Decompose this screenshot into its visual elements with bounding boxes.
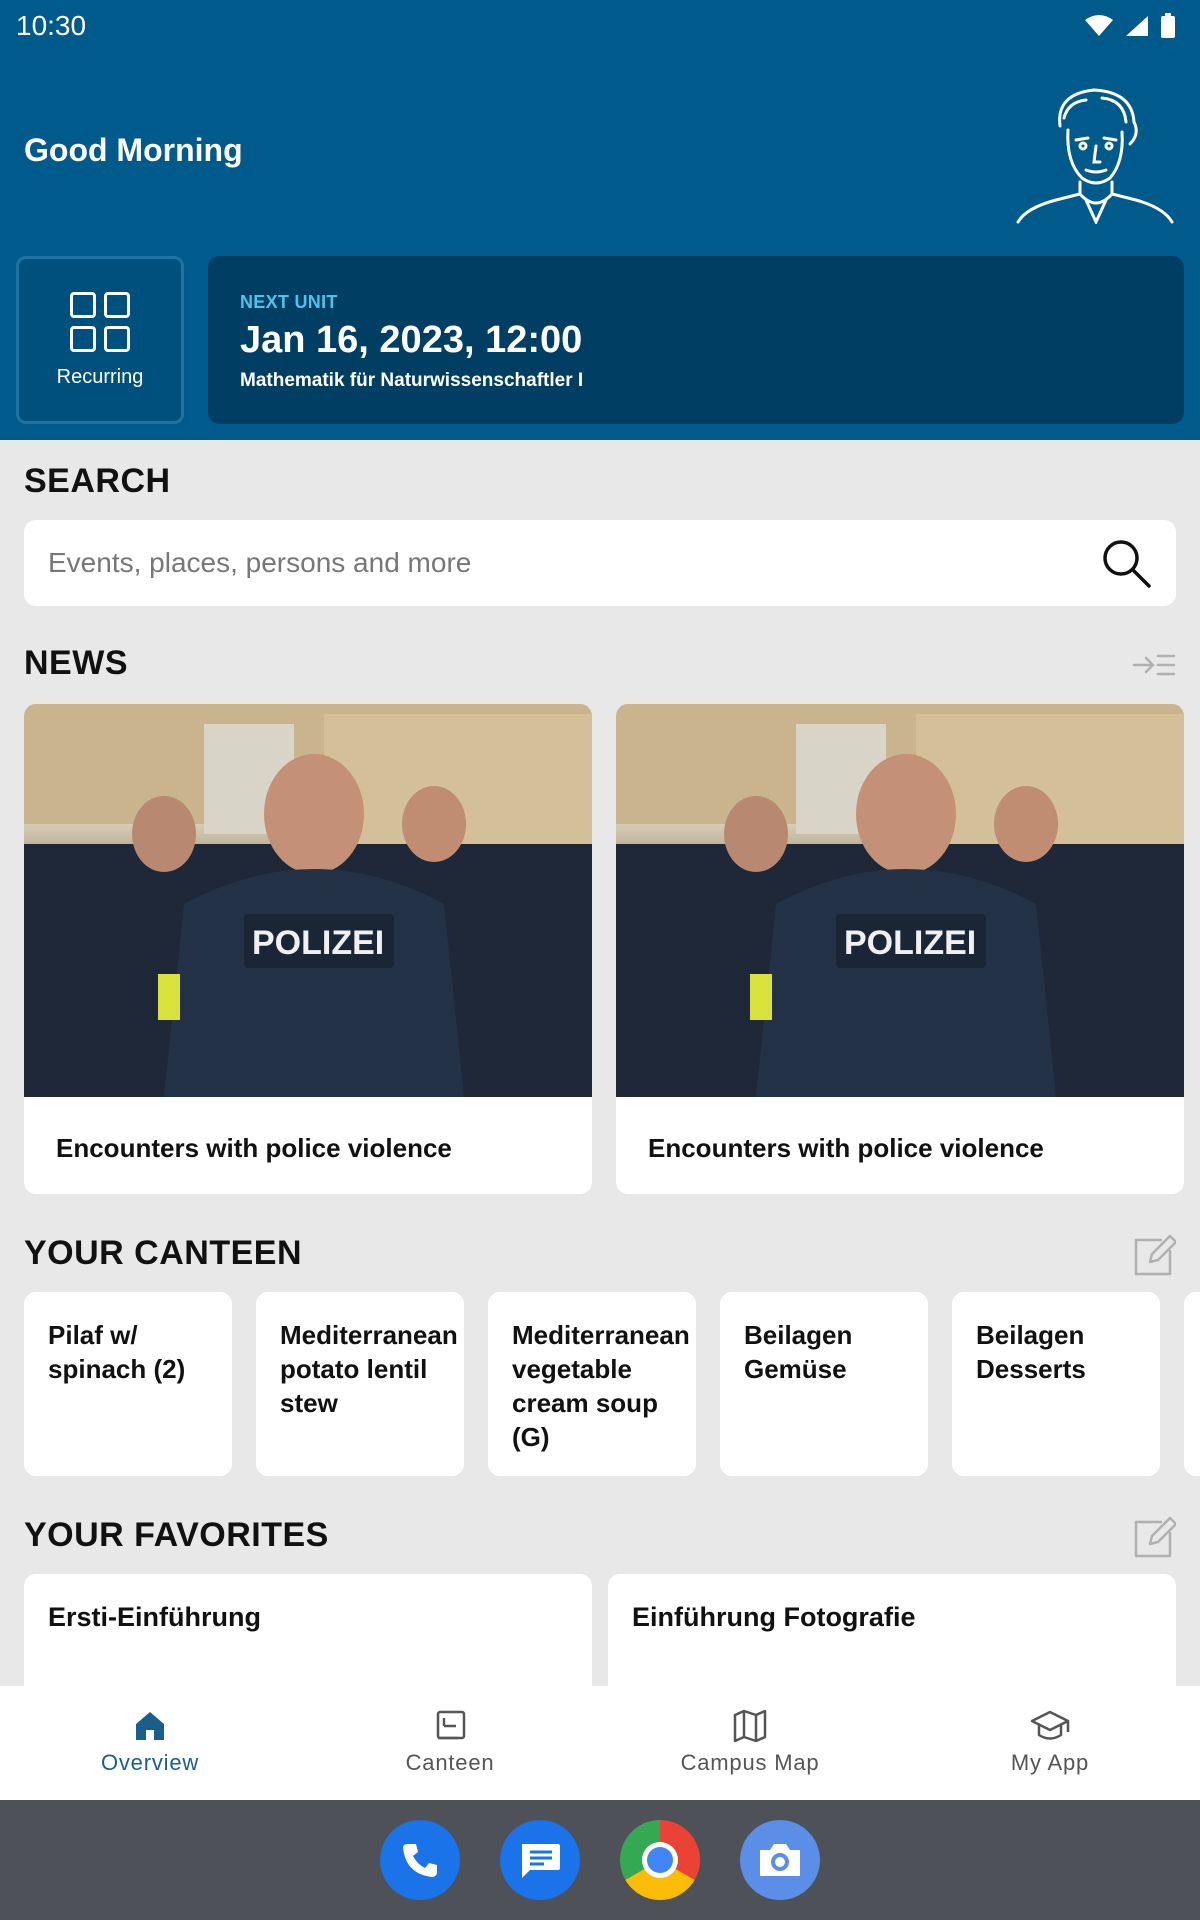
favorites-section-title: YOUR FAVORITES: [24, 1516, 329, 1554]
news-title: Encounters with police violence: [648, 1133, 1044, 1163]
favorite-item[interactable]: Einführung Fotografie: [608, 1574, 1176, 1694]
status-time: 10:30: [16, 10, 87, 41]
next-unit-tag: NEXT UNIT: [240, 292, 338, 312]
news-title: Encounters with police violence: [56, 1133, 452, 1163]
nav-my-app[interactable]: My App: [900, 1686, 1200, 1800]
canteen-item[interactable]: Mediterranean potato lentil stew: [256, 1292, 464, 1476]
cup-icon: [436, 1710, 466, 1740]
news-image-text: POLIZEI: [252, 924, 384, 962]
wifi-icon: [1085, 15, 1113, 36]
favorite-item[interactable]: Ersti-Einführung: [24, 1574, 592, 1694]
canteen-section-title: YOUR CANTEEN: [24, 1234, 303, 1272]
news-image-text: POLIZEI: [844, 924, 976, 962]
goethe-logo-icon: [1016, 88, 1174, 224]
search-section-title: SEARCH: [24, 462, 171, 500]
signal-icon: [1126, 16, 1148, 36]
phone-icon[interactable]: [380, 1820, 460, 1900]
expand-list-icon[interactable]: [1132, 652, 1176, 678]
canteen-item-peek: [1184, 1292, 1200, 1476]
nav-label: Campus Map: [680, 1750, 820, 1775]
recurring-button[interactable]: Recurring: [16, 256, 184, 424]
next-unit-datetime: Jan 16, 2023, 12:00: [240, 319, 583, 361]
canteen-item[interactable]: Beilagen Desserts: [952, 1292, 1160, 1476]
news-card[interactable]: POLIZEI Encounters with police violence: [616, 704, 1184, 1194]
canteen-item[interactable]: Beilagen Gemüse: [720, 1292, 928, 1476]
app-header: 10:30 Good Morning Recurring NEXT UNIT J…: [0, 0, 1200, 440]
nav-campus-map[interactable]: Campus Map: [600, 1686, 900, 1800]
battery-icon: [1161, 13, 1175, 38]
search-icon[interactable]: [1100, 537, 1152, 589]
search-placeholder: Events, places, persons and more: [48, 547, 472, 578]
status-icons: [1084, 13, 1176, 39]
recurring-label: Recurring: [56, 365, 144, 388]
edit-icon[interactable]: [1132, 1234, 1176, 1278]
messages-icon[interactable]: [500, 1820, 580, 1900]
map-icon: [733, 1709, 767, 1743]
nav-overview[interactable]: Overview: [0, 1686, 300, 1800]
grid-icon: [70, 291, 130, 352]
status-bar: 10:30: [0, 0, 1200, 52]
system-dock: [0, 1800, 1200, 1920]
home-icon: [136, 1712, 164, 1740]
news-image: POLIZEI: [24, 704, 592, 1097]
chrome-icon[interactable]: [620, 1820, 700, 1900]
news-section-title: NEWS: [24, 644, 128, 682]
nav-label: My App: [1010, 1750, 1090, 1775]
nav-label: Canteen: [405, 1750, 495, 1775]
nav-label: Overview: [100, 1750, 200, 1775]
greeting-text: Good Morning: [24, 132, 243, 168]
search-input[interactable]: Events, places, persons and more: [24, 520, 1176, 606]
camera-icon[interactable]: [740, 1820, 820, 1900]
nav-canteen[interactable]: Canteen: [300, 1686, 600, 1800]
bottom-navigation: Overview Canteen Campus Map My App: [0, 1686, 1200, 1800]
news-image: POLIZEI: [616, 704, 1184, 1097]
news-card[interactable]: POLIZEI Encounters with police violence: [24, 704, 592, 1194]
edit-icon[interactable]: [1132, 1516, 1176, 1560]
graduation-cap-icon: [1030, 1710, 1070, 1740]
canteen-item[interactable]: Pilaf w/ spinach (2): [24, 1292, 232, 1476]
canteen-item[interactable]: Mediterranean vegetable cream soup (G): [488, 1292, 696, 1476]
next-unit-course: Mathematik für Naturwissenschaftler I: [240, 370, 584, 391]
next-unit-card[interactable]: NEXT UNIT Jan 16, 2023, 12:00 Mathematik…: [208, 256, 1184, 424]
